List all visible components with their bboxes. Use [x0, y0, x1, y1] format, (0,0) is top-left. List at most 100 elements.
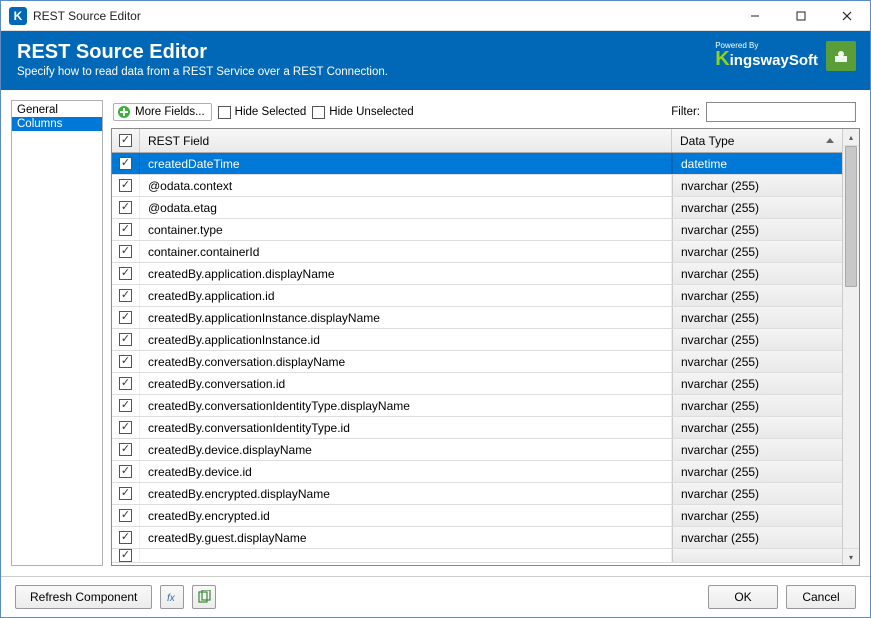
table-row[interactable]: createdBy.guest.displayNamenvarchar (255…: [112, 527, 842, 549]
sidebar-item-general[interactable]: General: [12, 103, 102, 117]
table-row[interactable]: container.typenvarchar (255): [112, 219, 842, 241]
row-checkbox[interactable]: [119, 355, 132, 368]
row-field-cell[interactable]: @odata.etag: [140, 197, 672, 218]
table-row[interactable]: createdBy.conversation.displayNamenvarch…: [112, 351, 842, 373]
scroll-down-icon[interactable]: ▾: [843, 548, 859, 565]
cancel-button[interactable]: Cancel: [786, 585, 856, 609]
table-row[interactable]: createdBy.applicationInstance.displayNam…: [112, 307, 842, 329]
row-check-cell[interactable]: [112, 527, 140, 548]
row-check-cell[interactable]: [112, 307, 140, 328]
row-checkbox[interactable]: [119, 245, 132, 258]
row-field-cell[interactable]: createdDateTime: [140, 153, 672, 174]
row-checkbox[interactable]: [119, 179, 132, 192]
filter-input[interactable]: [706, 102, 856, 122]
table-row[interactable]: createdDateTimedatetime: [112, 153, 842, 175]
row-type-cell[interactable]: nvarchar (255): [672, 263, 842, 284]
row-field-cell[interactable]: createdBy.conversationIdentityType.displ…: [140, 395, 672, 416]
row-field-cell[interactable]: createdBy.applicationInstance.id: [140, 329, 672, 350]
table-row[interactable]: @odata.etagnvarchar (255): [112, 197, 842, 219]
row-checkbox[interactable]: [119, 509, 132, 522]
row-checkbox[interactable]: [119, 531, 132, 544]
row-type-cell[interactable]: nvarchar (255): [672, 241, 842, 262]
refresh-component-button[interactable]: Refresh Component: [15, 585, 152, 609]
row-type-cell[interactable]: nvarchar (255): [672, 461, 842, 482]
row-type-cell[interactable]: datetime: [672, 153, 842, 174]
sidebar-item-columns[interactable]: Columns: [12, 117, 102, 131]
row-field-cell[interactable]: createdBy.encrypted.id: [140, 505, 672, 526]
row-field-cell[interactable]: createdBy.conversationIdentityType.id: [140, 417, 672, 438]
table-row[interactable]: createdBy.application.idnvarchar (255): [112, 285, 842, 307]
row-check-cell[interactable]: [112, 395, 140, 416]
row-type-cell[interactable]: nvarchar (255): [672, 505, 842, 526]
row-field-cell[interactable]: @odata.context: [140, 175, 672, 196]
row-type-cell[interactable]: nvarchar (255): [672, 373, 842, 394]
row-check-cell[interactable]: [112, 417, 140, 438]
row-field-cell[interactable]: createdBy.device.id: [140, 461, 672, 482]
row-checkbox[interactable]: [119, 157, 132, 170]
scroll-track[interactable]: [843, 146, 859, 548]
vertical-scrollbar[interactable]: ▴ ▾: [842, 129, 859, 565]
row-type-cell[interactable]: nvarchar (255): [672, 395, 842, 416]
row-check-cell[interactable]: [112, 439, 140, 460]
row-type-cell[interactable]: nvarchar (255): [672, 439, 842, 460]
row-type-cell[interactable]: nvarchar (255): [672, 527, 842, 548]
row-field-cell[interactable]: createdBy.guest.displayName: [140, 527, 672, 548]
row-type-cell[interactable]: nvarchar (255): [672, 197, 842, 218]
row-field-cell[interactable]: createdBy.conversation.id: [140, 373, 672, 394]
row-type-cell[interactable]: nvarchar (255): [672, 483, 842, 504]
ok-button[interactable]: OK: [708, 585, 778, 609]
row-checkbox[interactable]: [119, 487, 132, 500]
row-checkbox[interactable]: [119, 223, 132, 236]
hide-selected-checkbox[interactable]: Hide Selected: [218, 106, 307, 119]
table-row[interactable]: @odata.contextnvarchar (255): [112, 175, 842, 197]
row-checkbox[interactable]: [119, 443, 132, 456]
row-checkbox[interactable]: [119, 311, 132, 324]
row-field-cell[interactable]: createdBy.conversation.displayName: [140, 351, 672, 372]
header-checkbox[interactable]: [119, 134, 132, 147]
row-field-cell[interactable]: createdBy.application.id: [140, 285, 672, 306]
row-checkbox[interactable]: [119, 267, 132, 280]
table-row[interactable]: createdBy.encrypted.displayNamenvarchar …: [112, 483, 842, 505]
row-type-cell[interactable]: nvarchar (255): [672, 329, 842, 350]
table-row[interactable]: createdBy.conversationIdentityType.displ…: [112, 395, 842, 417]
table-row[interactable]: createdBy.applicationInstance.idnvarchar…: [112, 329, 842, 351]
row-field-cell[interactable]: createdBy.applicationInstance.displayNam…: [140, 307, 672, 328]
minimize-button[interactable]: [732, 1, 778, 31]
row-check-cell[interactable]: [112, 461, 140, 482]
row-field-cell[interactable]: container.containerId: [140, 241, 672, 262]
expression-button[interactable]: fx: [160, 585, 184, 609]
row-field-cell[interactable]: container.type: [140, 219, 672, 240]
header-check-cell[interactable]: [112, 129, 140, 152]
row-check-cell[interactable]: [112, 351, 140, 372]
row-checkbox[interactable]: [119, 421, 132, 434]
row-check-cell[interactable]: [112, 197, 140, 218]
row-checkbox[interactable]: [119, 201, 132, 214]
row-check-cell[interactable]: [112, 285, 140, 306]
table-row[interactable]: createdBy.device.displayNamenvarchar (25…: [112, 439, 842, 461]
table-row[interactable]: createdBy.conversation.idnvarchar (255): [112, 373, 842, 395]
row-checkbox[interactable]: [119, 399, 132, 412]
row-type-cell[interactable]: nvarchar (255): [672, 219, 842, 240]
row-field-cell[interactable]: createdBy.application.displayName: [140, 263, 672, 284]
row-checkbox[interactable]: [119, 465, 132, 478]
table-row[interactable]: container.containerIdnvarchar (255): [112, 241, 842, 263]
table-row[interactable]: [112, 549, 842, 563]
row-checkbox[interactable]: [119, 377, 132, 390]
row-check-cell[interactable]: [112, 373, 140, 394]
row-type-cell[interactable]: nvarchar (255): [672, 307, 842, 328]
row-type-cell[interactable]: nvarchar (255): [672, 175, 842, 196]
documentation-button[interactable]: [192, 585, 216, 609]
row-check-cell[interactable]: [112, 175, 140, 196]
header-field[interactable]: REST Field: [140, 129, 672, 152]
row-check-cell[interactable]: [112, 263, 140, 284]
row-field-cell[interactable]: createdBy.device.displayName: [140, 439, 672, 460]
row-check-cell[interactable]: [112, 241, 140, 262]
table-row[interactable]: createdBy.encrypted.idnvarchar (255): [112, 505, 842, 527]
table-row[interactable]: createdBy.application.displayNamenvarcha…: [112, 263, 842, 285]
close-button[interactable]: [824, 1, 870, 31]
row-check-cell[interactable]: [112, 329, 140, 350]
row-checkbox[interactable]: [119, 289, 132, 302]
row-field-cell[interactable]: createdBy.encrypted.displayName: [140, 483, 672, 504]
scroll-thumb[interactable]: [845, 146, 857, 287]
row-check-cell[interactable]: [112, 483, 140, 504]
